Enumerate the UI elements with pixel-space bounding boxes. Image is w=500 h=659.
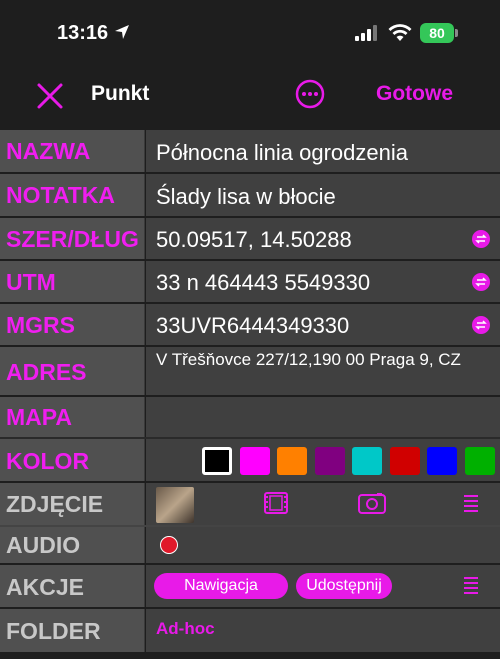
wifi-icon [388, 24, 412, 41]
signal-icon [355, 25, 377, 41]
note-field[interactable]: Ślady lisa w błocie [146, 174, 500, 216]
name-row: NAZWA Północna linia ogrodzenia [0, 130, 500, 172]
camera-icon[interactable] [358, 492, 386, 514]
utm-label: UTM [6, 269, 56, 295]
swap-icon[interactable] [472, 230, 490, 248]
utm-value: 33 n 464443 5549330 [156, 270, 371, 295]
note-label: NOTATKA [6, 182, 116, 208]
address-value: V Třešňovce 227/12,190 00 Praga 9, CZ [156, 350, 461, 369]
menu-icon[interactable] [464, 577, 478, 595]
latlon-row: SZER/DŁUG 50.09517, 14.50288 [0, 218, 500, 259]
menu-icon[interactable] [464, 495, 478, 513]
folder-field: Ad-hoc [146, 609, 500, 652]
close-icon[interactable] [36, 82, 64, 110]
location-arrow-icon [115, 25, 129, 39]
photo-field [146, 483, 500, 528]
color-swatch[interactable] [352, 447, 382, 475]
actions-label: AKCJE [6, 574, 84, 600]
color-picker [146, 439, 500, 481]
photo-thumbnail[interactable] [156, 487, 194, 528]
folder-label-cell: FOLDER [0, 609, 145, 652]
page-title: Punkt [91, 82, 150, 105]
photo-row: ZDJĘCIE [0, 483, 500, 528]
folder-row: FOLDER Ad-hoc [0, 609, 500, 652]
mgrs-label: MGRS [6, 312, 75, 338]
map-row: MAPA [0, 397, 500, 437]
audio-label: AUDIO [6, 532, 81, 558]
status-bar: 13:16 80 [0, 0, 500, 62]
navigate-button[interactable]: Nawigacja [154, 573, 288, 599]
color-swatch[interactable] [202, 447, 232, 475]
latlon-label-cell: SZER/DŁUG [0, 218, 145, 259]
latlon-label: SZER/DŁUG [6, 226, 139, 252]
name-value: Północna linia ogrodzenia [156, 140, 408, 165]
record-button[interactable] [160, 536, 178, 554]
film-icon[interactable] [264, 492, 288, 514]
color-swatch[interactable] [389, 447, 420, 475]
actions-label-cell: AKCJE [0, 565, 145, 607]
battery-level: 80 [420, 23, 454, 43]
color-swatch[interactable] [427, 447, 457, 475]
audio-row: AUDIO [0, 527, 500, 563]
color-swatch[interactable] [464, 447, 495, 475]
mgrs-row: MGRS 33UVR6444349330 [0, 304, 500, 345]
name-label: NAZWA [6, 138, 91, 164]
folder-label: FOLDER [6, 618, 101, 644]
nav-bar: Punkt Gotowe [0, 62, 500, 130]
address-row: ADRES V Třešňovce 227/12,190 00 Praga 9,… [0, 347, 500, 395]
note-row: NOTATKA Ślady lisa w błocie [0, 174, 500, 216]
utm-field[interactable]: 33 n 464443 5549330 [146, 261, 500, 302]
address-label: ADRES [6, 359, 87, 385]
done-button[interactable]: Gotowe [376, 82, 453, 106]
actions-row: AKCJE Nawigacja Udostępnij [0, 565, 500, 607]
latlon-field[interactable]: 50.09517, 14.50288 [146, 218, 500, 259]
status-time: 13:16 [57, 22, 109, 44]
audio-label-cell: AUDIO [0, 527, 145, 563]
point-form: NAZWA Północna linia ogrodzenia NOTATKA … [0, 130, 500, 659]
photo-label: ZDJĘCIE [6, 491, 104, 517]
audio-field [146, 527, 500, 563]
color-label: KOLOR [6, 448, 90, 474]
mgrs-label-cell: MGRS [0, 304, 145, 345]
mgrs-field[interactable]: 33UVR6444349330 [146, 304, 500, 345]
latlon-value: 50.09517, 14.50288 [156, 227, 352, 252]
map-label-cell: MAPA [0, 397, 145, 437]
name-label-cell: NAZWA [0, 130, 145, 172]
actions-field: Nawigacja Udostępnij [146, 565, 500, 607]
color-swatch[interactable] [277, 447, 307, 475]
battery-icon: 80 [420, 23, 458, 43]
note-value: Ślady lisa w błocie [156, 184, 336, 209]
map-field[interactable] [146, 397, 500, 437]
color-swatch[interactable] [314, 447, 345, 475]
photo-label-cell: ZDJĘCIE [0, 483, 145, 525]
address-field[interactable]: V Třešňovce 227/12,190 00 Praga 9, CZ [146, 347, 500, 395]
share-button[interactable]: Udostępnij [296, 573, 392, 599]
more-icon[interactable] [295, 79, 325, 109]
note-label-cell: NOTATKA [0, 174, 145, 216]
folder-link[interactable]: Ad-hoc [156, 619, 215, 639]
utm-label-cell: UTM [0, 261, 145, 302]
name-field[interactable]: Północna linia ogrodzenia [146, 130, 500, 172]
mgrs-value: 33UVR6444349330 [156, 313, 350, 338]
swap-icon[interactable] [472, 316, 490, 334]
color-row: KOLOR [0, 439, 500, 481]
map-label: MAPA [6, 404, 73, 430]
color-swatch[interactable] [239, 447, 270, 475]
utm-row: UTM 33 n 464443 5549330 [0, 261, 500, 302]
color-label-cell: KOLOR [0, 439, 145, 481]
swap-icon[interactable] [472, 273, 490, 291]
address-label-cell: ADRES [0, 347, 145, 395]
